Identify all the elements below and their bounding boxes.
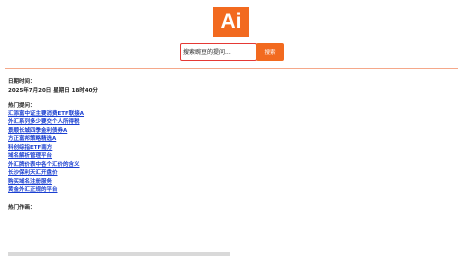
search-button[interactable]: 搜索 (256, 43, 284, 61)
hot-questions-list: 汇添富中证主要消费ETF联接A 外汇系列多少要交个人所得税 景顺长城四季金利债券… (8, 110, 84, 194)
site-logo[interactable]: Ai (213, 7, 249, 37)
hot-question-link[interactable]: 购买域名注册服务 (8, 179, 52, 185)
hot-question-link[interactable]: 汇添富中证主要消费ETF联接A (8, 111, 84, 117)
header-divider (5, 68, 458, 69)
list-item: 购买域名注册服务 (8, 178, 84, 186)
horizontal-scrollbar[interactable] (8, 252, 230, 256)
hot-question-link[interactable]: 域名解析管理平台 (8, 153, 52, 159)
list-item: 黄金外汇正规的平台 (8, 186, 84, 194)
list-item: 外汇牌价表中各个汇价的含义 (8, 161, 84, 169)
hot-question-link[interactable]: 科创综指ETF南方 (8, 145, 52, 151)
hot-question-link[interactable]: 方正富邦策略精选A (8, 136, 56, 142)
list-item: 长沙保利天汇开盘价 (8, 169, 84, 177)
hot-questions-label: 热门提问： (8, 103, 36, 109)
datetime-value: 2025年7月20日 星期日 18时40分 (8, 88, 98, 94)
hot-question-link[interactable]: 景顺长城四季金利债券A (8, 128, 67, 134)
hot-question-link[interactable]: 黄金外汇正规的平台 (8, 187, 58, 193)
list-item: 汇添富中证主要消费ETF联接A (8, 110, 84, 118)
hot-question-link[interactable]: 长沙保利天汇开盘价 (8, 170, 58, 176)
hot-question-link[interactable]: 外汇系列多少要交个人所得税 (8, 119, 80, 125)
hot-works-label: 热门作画： (8, 205, 36, 211)
list-item: 景顺长城四季金利债券A (8, 127, 84, 135)
list-item: 域名解析管理平台 (8, 152, 84, 160)
hot-question-link[interactable]: 外汇牌价表中各个汇价的含义 (8, 162, 80, 168)
search-input[interactable] (180, 43, 257, 61)
list-item: 科创综指ETF南方 (8, 144, 84, 152)
list-item: 方正富邦策略精选A (8, 135, 84, 143)
list-item: 外汇系列多少要交个人所得税 (8, 118, 84, 126)
datetime-label: 日期时间： (8, 79, 36, 85)
